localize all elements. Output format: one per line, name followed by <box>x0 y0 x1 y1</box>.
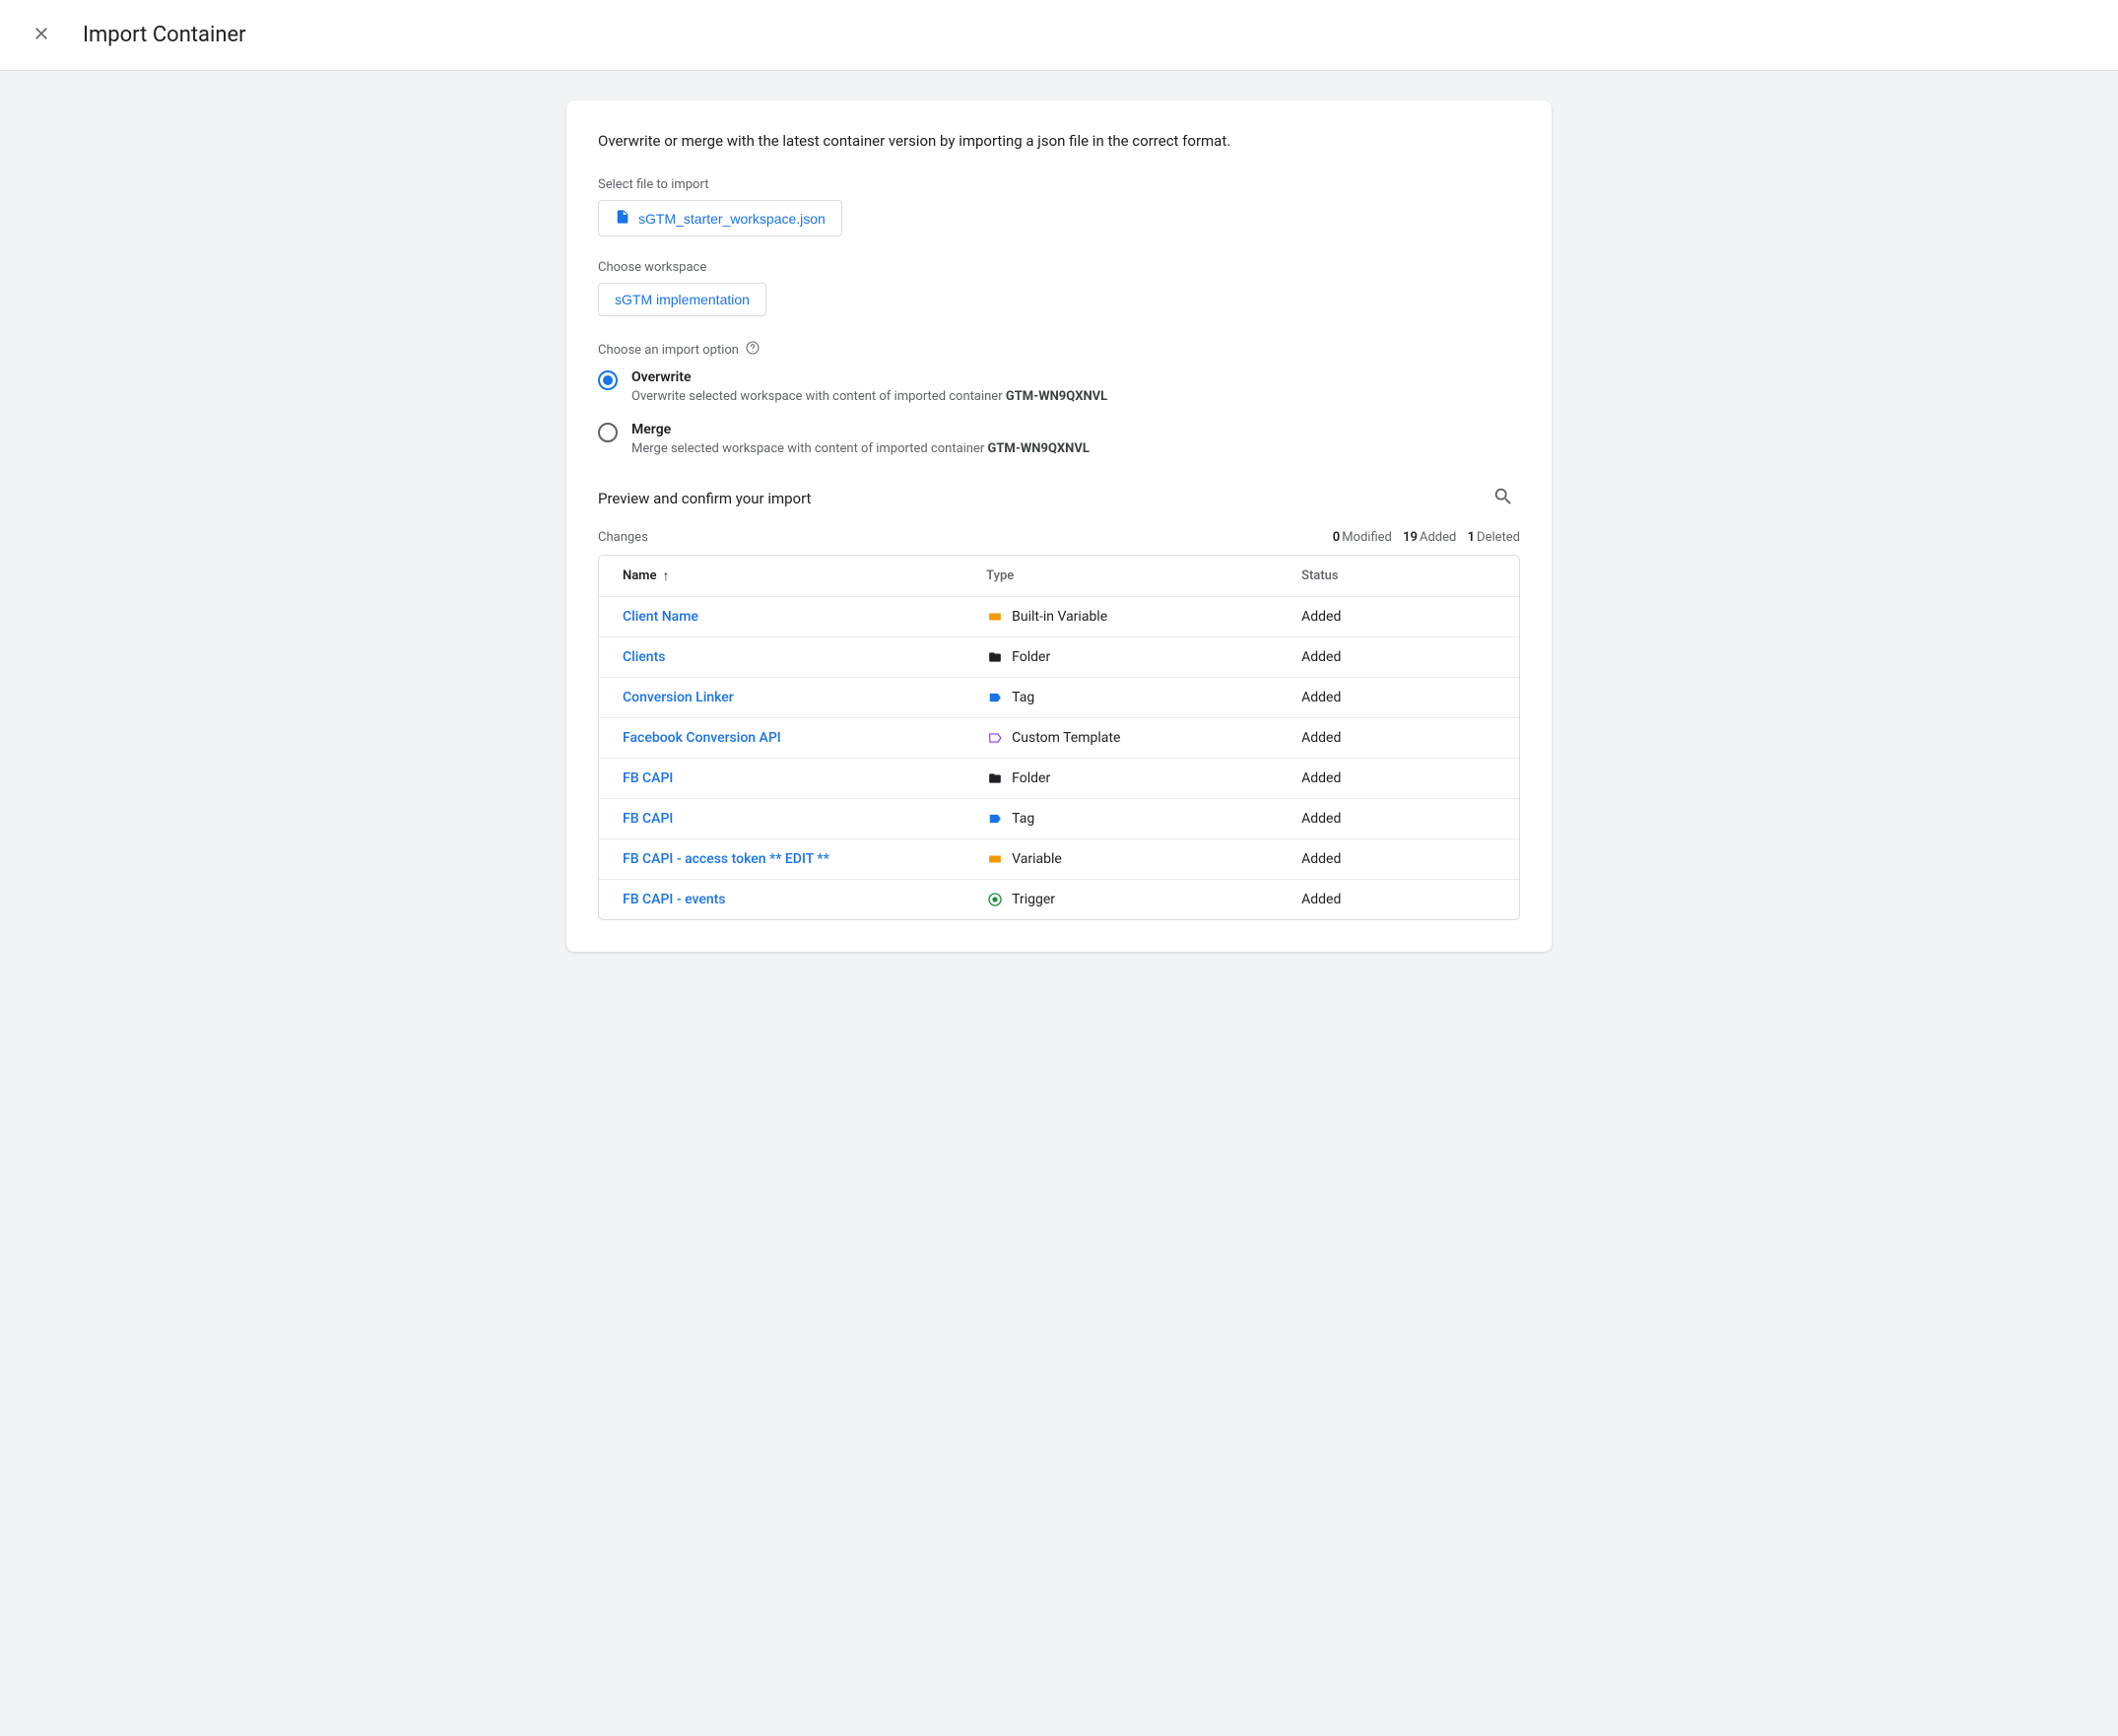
select-file-label: Select file to import <box>598 177 1520 192</box>
row-name-link[interactable]: FB CAPI <box>623 770 986 786</box>
variable-icon <box>986 609 1004 625</box>
row-type: Custom Template <box>986 730 1301 746</box>
tag-icon <box>986 811 1004 827</box>
container-id: GTM-WN9QXNVL <box>1006 389 1107 404</box>
workspace-button[interactable]: sGTM implementation <box>598 283 766 316</box>
selected-file-button[interactable]: sGTM_starter_workspace.json <box>598 200 842 236</box>
page-title: Import Container <box>83 23 246 47</box>
changes-row: Changes 0Modified 19Added 1Deleted <box>598 530 1520 545</box>
row-name-link[interactable]: FB CAPI <box>623 811 986 827</box>
changes-label: Changes <box>598 530 648 545</box>
search-button[interactable] <box>1487 480 1520 516</box>
overwrite-radio[interactable]: Overwrite Overwrite selected workspace w… <box>598 369 1520 404</box>
row-type: Tag <box>986 690 1301 705</box>
row-status: Added <box>1301 649 1495 665</box>
import-option-label-row: Choose an import option <box>598 340 1520 360</box>
search-icon <box>1492 496 1514 510</box>
radio-unselected-icon <box>598 423 618 442</box>
row-name-link[interactable]: Facebook Conversion API <box>623 730 986 746</box>
intro-text: Overwrite or merge with the latest conta… <box>598 132 1520 150</box>
trigger-icon <box>986 892 1004 907</box>
import-option-label: Choose an import option <box>598 343 739 358</box>
table-row: ClientsFolderAdded <box>599 637 1519 678</box>
row-name-link[interactable]: Client Name <box>623 609 986 625</box>
table-row: Facebook Conversion APICustom TemplateAd… <box>599 718 1519 759</box>
row-type: Tag <box>986 811 1301 827</box>
row-type: Folder <box>986 770 1301 786</box>
selected-file-name: sGTM_starter_workspace.json <box>638 211 826 227</box>
overwrite-desc: Overwrite selected workspace with conten… <box>631 389 1107 404</box>
variable-icon <box>986 851 1004 867</box>
merge-radio[interactable]: Merge Merge selected workspace with cont… <box>598 422 1520 456</box>
row-status: Added <box>1301 811 1495 827</box>
row-type: Built-in Variable <box>986 609 1301 625</box>
row-status: Added <box>1301 770 1495 786</box>
folder-icon <box>986 770 1004 786</box>
overwrite-title: Overwrite <box>631 369 1107 385</box>
table-header: Name ↑ Type Status <box>599 556 1519 597</box>
overwrite-content: Overwrite Overwrite selected workspace w… <box>631 369 1107 404</box>
column-header-type[interactable]: Type <box>986 568 1301 583</box>
file-icon <box>615 209 638 228</box>
row-status: Added <box>1301 609 1495 625</box>
close-icon <box>32 24 51 46</box>
merge-content: Merge Merge selected workspace with cont… <box>631 422 1090 456</box>
table-row: FB CAPIFolderAdded <box>599 759 1519 799</box>
choose-workspace-label: Choose workspace <box>598 260 1520 275</box>
radio-selected-icon <box>598 370 618 390</box>
modal-header: Import Container <box>0 0 2118 71</box>
row-name-link[interactable]: Conversion Linker <box>623 690 986 705</box>
workspace-name: sGTM implementation <box>615 292 750 307</box>
row-type: Variable <box>986 851 1301 867</box>
preview-header: Preview and confirm your import <box>598 480 1520 516</box>
table-row: Client NameBuilt-in VariableAdded <box>599 597 1519 637</box>
row-type: Trigger <box>986 892 1301 907</box>
merge-title: Merge <box>631 422 1090 437</box>
table-row: FB CAPI - eventsTriggerAdded <box>599 880 1519 919</box>
table-row: FB CAPI - access token ** EDIT **Variabl… <box>599 839 1519 880</box>
table-row: FB CAPITagAdded <box>599 799 1519 839</box>
folder-icon <box>986 649 1004 665</box>
row-type: Folder <box>986 649 1301 665</box>
import-options: Overwrite Overwrite selected workspace w… <box>598 369 1520 456</box>
column-header-status[interactable]: Status <box>1301 568 1495 583</box>
close-button[interactable] <box>24 16 59 54</box>
row-name-link[interactable]: FB CAPI - events <box>623 892 986 907</box>
help-icon[interactable] <box>745 340 761 360</box>
table-row: Conversion LinkerTagAdded <box>599 678 1519 718</box>
row-status: Added <box>1301 892 1495 907</box>
changes-summary: 0Modified 19Added 1Deleted <box>1325 530 1520 545</box>
merge-desc: Merge selected workspace with content of… <box>631 441 1090 456</box>
import-card: Overwrite or merge with the latest conta… <box>566 100 1552 952</box>
template-icon <box>986 730 1004 746</box>
row-status: Added <box>1301 690 1495 705</box>
changes-table: Name ↑ Type Status Client NameBuilt-in V… <box>598 555 1520 920</box>
preview-title: Preview and confirm your import <box>598 490 811 507</box>
row-name-link[interactable]: Clients <box>623 649 986 665</box>
column-header-name[interactable]: Name ↑ <box>623 568 986 584</box>
container-id: GTM-WN9QXNVL <box>988 441 1090 456</box>
row-name-link[interactable]: FB CAPI - access token ** EDIT ** <box>623 851 986 867</box>
tag-icon <box>986 690 1004 705</box>
row-status: Added <box>1301 730 1495 746</box>
sort-ascending-icon: ↑ <box>662 568 669 584</box>
row-status: Added <box>1301 851 1495 867</box>
